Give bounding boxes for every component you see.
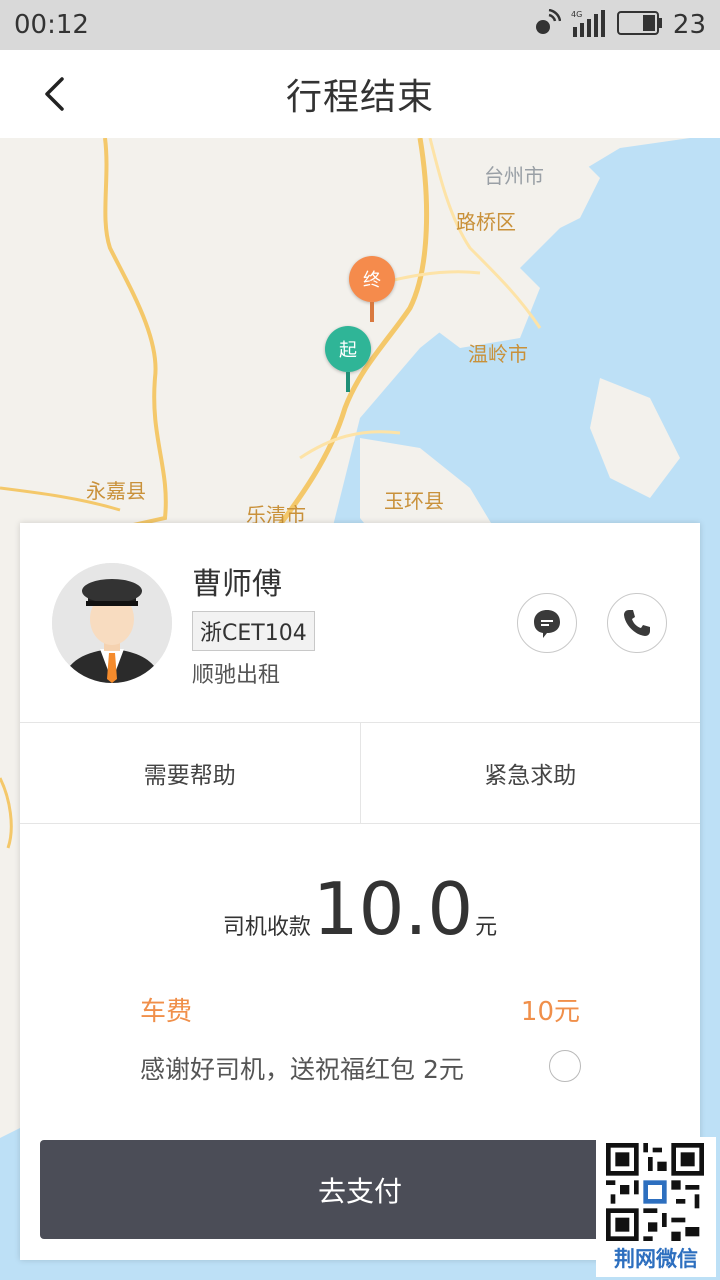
gift-tip-text: 感谢好司机，送祝福红包 2元 (140, 1055, 464, 1084)
call-driver-button[interactable] (607, 593, 667, 653)
qr-code-icon (606, 1143, 704, 1241)
fare-summary: 司机收款 10.0 元 (20, 873, 700, 953)
fare-label: 司机收款 (222, 915, 311, 940)
phone-icon (624, 610, 650, 636)
back-button[interactable] (32, 72, 76, 116)
need-help-button[interactable]: 需要帮助 (20, 723, 360, 823)
end-pin-label: 终 (363, 270, 381, 291)
gift-tip-radio[interactable] (549, 1050, 581, 1082)
hotspot-icon (533, 8, 562, 41)
status-time: 00:12 (14, 10, 89, 40)
help-row: 需要帮助 紧急求助 (20, 723, 700, 824)
fee-label: 车费 (140, 997, 193, 1027)
chevron-left-icon (45, 77, 64, 111)
watermark: 荆网微信 (596, 1137, 716, 1277)
watermark-text: 荆网微信 (614, 1247, 698, 1271)
fare-amount: 10.0 (312, 867, 474, 951)
map-label-taizhou: 台州市 (484, 164, 544, 188)
emergency-help-button[interactable]: 紧急求助 (359, 723, 701, 823)
battery-level: 23 (672, 10, 706, 40)
driver-avatar-icon (52, 563, 172, 683)
fare-unit: 元 (475, 915, 498, 940)
signal-icon: 4G (571, 9, 607, 41)
nav-bar: 行程结束 (0, 50, 720, 138)
pay-button[interactable]: 去支付 (40, 1140, 680, 1239)
end-location-pin[interactable]: 终 (349, 256, 395, 322)
map-label-yuhuan: 玉环县 (384, 489, 444, 513)
gift-tip-row[interactable]: 感谢好司机，送祝福红包 2元 (140, 1050, 581, 1084)
taxi-company: 顺驰出租 (192, 663, 281, 688)
driver-name: 曹师傅 (192, 567, 282, 602)
status-bar: 00:12 4G 23 (0, 0, 720, 50)
message-driver-button[interactable] (517, 593, 577, 653)
fee-row: 车费 10元 (140, 991, 580, 1028)
map-label-wenling: 温岭市 (468, 342, 528, 366)
fee-value: 10元 (520, 997, 580, 1027)
driver-info: 曹师傅 浙CET104 顺驰出租 (20, 523, 700, 723)
map-label-yongjia: 永嘉县 (86, 479, 146, 503)
map-label-luqiao: 路桥区 (456, 210, 516, 234)
start-pin-label: 起 (339, 340, 357, 361)
chat-bubble-icon (534, 610, 560, 638)
svg-text:4G: 4G (571, 10, 582, 19)
status-icons: 4G 23 (533, 8, 706, 41)
license-plate: 浙CET104 (192, 611, 315, 651)
start-location-pin[interactable]: 起 (325, 326, 371, 392)
page-title: 行程结束 (285, 77, 434, 118)
battery-icon (616, 10, 663, 40)
driver-avatar (52, 563, 172, 683)
